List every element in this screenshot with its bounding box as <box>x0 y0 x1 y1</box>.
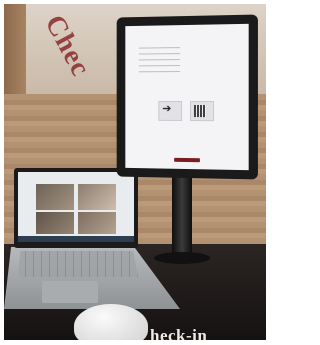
tablet-header <box>125 30 248 32</box>
enter-arrow-icon: ➔ <box>162 102 172 115</box>
taskbar <box>18 236 134 242</box>
tablet-screen: ➔ <box>125 23 249 171</box>
video-tile <box>36 184 74 210</box>
laptop-trackpad <box>42 281 98 303</box>
laptop-screen <box>14 168 138 248</box>
video-tile <box>36 212 74 234</box>
tablet-text-lines <box>138 47 181 74</box>
desk-sign: heck-in <box>150 326 208 340</box>
tablet-footer-button <box>174 157 200 163</box>
computer-mouse <box>74 304 148 340</box>
laptop-keyboard <box>18 251 138 277</box>
kiosk-base <box>154 252 210 264</box>
video-tile <box>78 184 116 210</box>
kiosk-pole <box>172 172 192 260</box>
kiosk-tablet: ➔ <box>116 14 258 180</box>
video-call-display <box>18 172 134 242</box>
qr-code-icon <box>193 105 206 118</box>
video-tile <box>78 212 116 234</box>
photo: Chec ➔ heck-in <box>4 4 266 340</box>
